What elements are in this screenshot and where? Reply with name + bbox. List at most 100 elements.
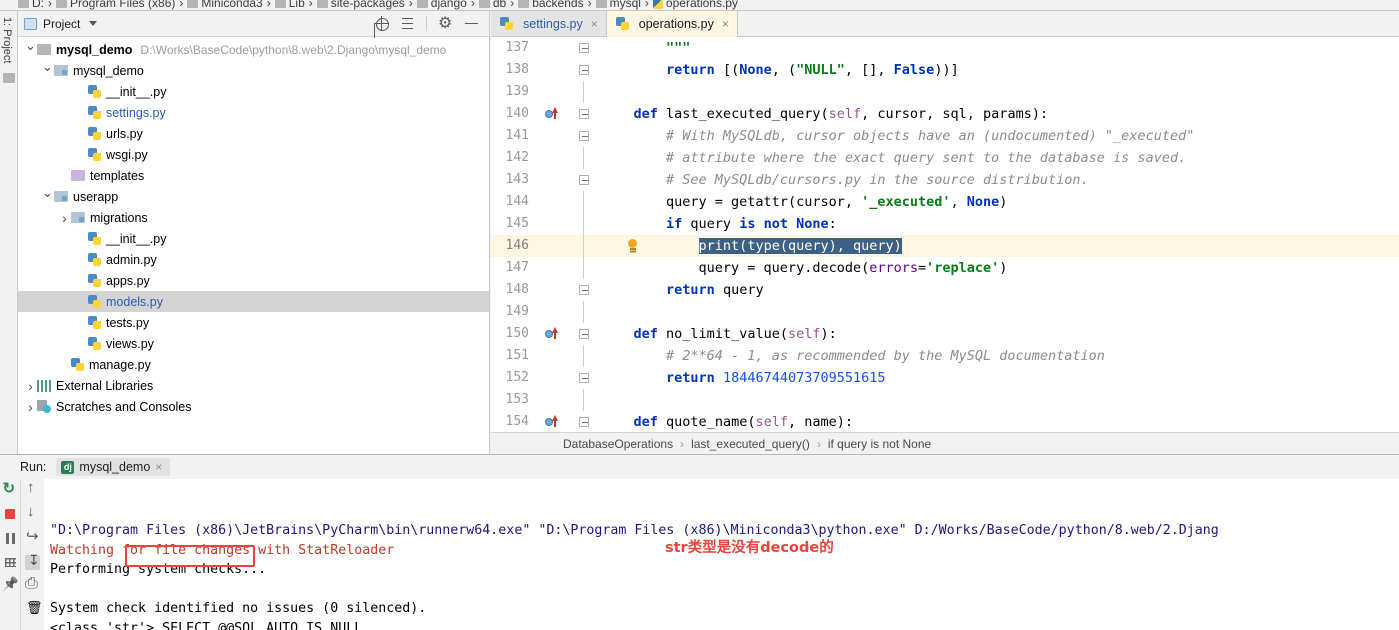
tree-item[interactable]: External Libraries (18, 375, 489, 396)
code-line[interactable]: 148 return query (491, 279, 1399, 301)
run-method-icon[interactable] (545, 107, 558, 120)
code-fold-icon[interactable] (579, 65, 589, 75)
run-configuration-tab[interactable]: dj mysql_demo × (56, 458, 171, 476)
tree-item[interactable]: tests.py (18, 312, 489, 333)
breadcrumb-item[interactable]: last_executed_query() (691, 437, 810, 451)
code-line[interactable]: 151 # 2**64 - 1, as recommended by the M… (491, 345, 1399, 367)
tree-item[interactable]: models.py (18, 291, 489, 312)
rerun-icon[interactable] (3, 479, 18, 498)
editor-breadcrumb[interactable]: DatabaseOperations › last_executed_query()… (491, 432, 1399, 454)
tree-item[interactable]: mysql_demo D:\Works\BaseCode\python\8.web… (18, 39, 489, 60)
code-line[interactable]: 139 (491, 81, 1399, 103)
breadcrumb-item[interactable]: if query is not None (828, 437, 931, 451)
tree-item[interactable]: userapp (18, 186, 489, 207)
breadcrumb-item[interactable]: Program Files (x86) (56, 0, 175, 10)
gutter[interactable] (537, 191, 597, 213)
soft-wrap-icon[interactable] (25, 527, 40, 546)
chevron-right-icon[interactable] (58, 210, 71, 226)
project-tree[interactable]: mysql_demo D:\Works\BaseCode\python\8.web… (18, 37, 489, 417)
code-line[interactable]: 145 if query is not None: (491, 213, 1399, 235)
gutter[interactable] (537, 301, 597, 323)
gutter[interactable] (537, 125, 597, 147)
breadcrumb-item[interactable]: D: (18, 0, 44, 10)
code-fold-icon[interactable] (579, 131, 589, 141)
code-fold-icon[interactable] (579, 373, 589, 383)
gutter[interactable] (537, 367, 597, 389)
code-line[interactable]: 138 return [(None, ("NULL", [], False))] (491, 59, 1399, 81)
tree-item[interactable]: wsgi.py (18, 144, 489, 165)
project-tool-window-button[interactable]: 1: Project (1, 17, 13, 63)
console-output[interactable]: "D:\Program Files (x86)\JetBrains\PyChar… (44, 479, 1399, 630)
tree-item[interactable]: migrations (18, 207, 489, 228)
code-line[interactable]: 142 # attribute where the exact query se… (491, 147, 1399, 169)
gutter[interactable] (537, 323, 597, 345)
tree-item[interactable]: settings.py (18, 102, 489, 123)
settings-gear-icon[interactable] (438, 13, 453, 33)
close-icon[interactable]: × (722, 17, 729, 31)
code-fold-icon[interactable] (579, 285, 589, 295)
code-line[interactable]: 143 # See MySQLdb/cursors.py in the sour… (491, 169, 1399, 191)
code-line[interactable]: 141 # With MySQLdb, cursor objects have … (491, 125, 1399, 147)
intention-bulb-icon[interactable] (627, 239, 638, 252)
breadcrumb-item[interactable]: mysql (595, 0, 641, 10)
scroll-up-icon[interactable] (25, 479, 40, 498)
breadcrumb-item[interactable]: db (478, 0, 506, 10)
code-line[interactable]: 137 """ (491, 37, 1399, 59)
code-line[interactable]: 150 def no_limit_value(self): (491, 323, 1399, 345)
code-line[interactable]: 144 query = getattr(cursor, '_executed',… (491, 191, 1399, 213)
breadcrumb-item[interactable]: Miniconda3 (187, 0, 263, 10)
scroll-to-end-icon[interactable] (25, 552, 40, 570)
code-fold-icon[interactable] (579, 43, 589, 53)
code-line[interactable]: 149 (491, 301, 1399, 323)
chevron-right-icon[interactable] (24, 378, 37, 394)
code-line[interactable]: 153 (491, 389, 1399, 411)
chevron-down-icon[interactable] (41, 63, 54, 79)
gutter[interactable] (537, 279, 597, 301)
project-panel-title-group[interactable]: Project (24, 17, 98, 31)
close-icon[interactable]: × (155, 460, 162, 474)
code-line[interactable]: 147 query = query.decode(errors='replace… (491, 257, 1399, 279)
pin-icon[interactable] (3, 579, 18, 594)
tree-item[interactable]: __init__.py (18, 228, 489, 249)
collapse-all-icon[interactable] (400, 16, 415, 31)
scroll-down-icon[interactable] (25, 503, 40, 522)
gutter[interactable] (537, 235, 637, 257)
run-method-icon[interactable] (545, 415, 558, 428)
code-editor[interactable]: 137 """ 138 return [(None, ("NULL", [], F… (491, 37, 1399, 432)
close-icon[interactable]: × (591, 17, 598, 31)
print-icon[interactable] (25, 575, 40, 594)
gutter[interactable] (537, 147, 597, 169)
tree-item[interactable]: __init__.py (18, 81, 489, 102)
gutter[interactable] (537, 213, 597, 235)
stop-icon[interactable] (3, 507, 18, 522)
code-line[interactable]: 154 def quote_name(self, name): (491, 411, 1399, 432)
tree-item[interactable]: templates (18, 165, 489, 186)
tree-item[interactable]: Scratches and Consoles (18, 396, 489, 417)
chevron-down-icon[interactable] (24, 42, 37, 58)
breadcrumb-item[interactable]: Lib (274, 0, 305, 10)
breadcrumb-item[interactable]: backends (518, 0, 584, 10)
chevron-right-icon[interactable] (24, 399, 37, 415)
gutter[interactable] (537, 169, 597, 191)
chevron-down-icon[interactable] (89, 21, 98, 26)
locate-icon[interactable] (374, 16, 389, 31)
gutter[interactable] (537, 59, 597, 81)
gutter[interactable] (537, 103, 597, 125)
pause-icon[interactable] (3, 531, 18, 546)
gutter[interactable] (537, 345, 597, 367)
code-fold-icon[interactable] (579, 109, 589, 119)
gutter[interactable] (537, 389, 597, 411)
breadcrumb-item[interactable]: DatabaseOperations (563, 437, 673, 451)
run-method-icon[interactable] (545, 327, 558, 340)
chevron-down-icon[interactable] (41, 189, 54, 205)
gutter[interactable] (537, 81, 597, 103)
gutter[interactable] (537, 257, 597, 279)
tree-item[interactable]: urls.py (18, 123, 489, 144)
code-fold-icon[interactable] (579, 175, 589, 185)
editor-tab[interactable]: settings.py × (491, 11, 607, 36)
hide-icon[interactable] (464, 16, 479, 31)
code-fold-icon[interactable] (579, 329, 589, 339)
structure-icon[interactable] (3, 73, 15, 83)
code-line[interactable]: 146 print(type(query), query) (491, 235, 1399, 257)
clear-all-icon[interactable] (25, 603, 40, 618)
